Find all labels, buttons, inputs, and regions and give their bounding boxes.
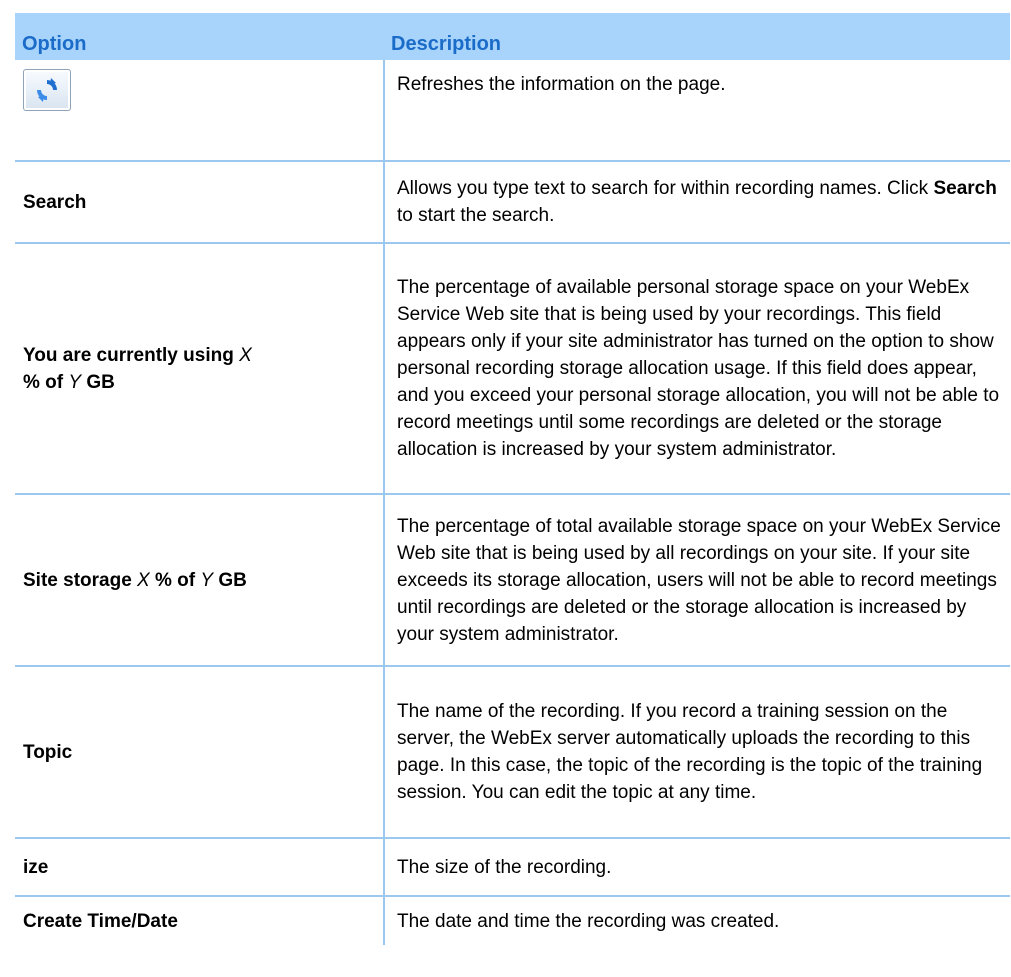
table-row: Topic The name of the recording. If you … <box>15 666 1010 839</box>
table-row: Create Time/Date The date and time the r… <box>15 896 1010 945</box>
option-cell: ize <box>15 838 385 897</box>
table-row: ize The size of the recording. <box>15 838 1010 897</box>
table-row: Refreshes the information on the page. <box>15 60 1010 162</box>
description-cell: The percentage of total available storag… <box>384 494 1010 667</box>
description-cell: The date and time the recording was crea… <box>397 910 780 932</box>
table-header-row: Option Description <box>15 13 1010 60</box>
description-cell: The size of the recording. <box>384 838 1010 897</box>
description-cell: Refreshes the information on the page. <box>384 60 1010 162</box>
header-option: Option <box>15 13 384 60</box>
option-cell: Search <box>15 161 385 244</box>
option-cell: You are currently using X % of Y GB <box>15 243 385 495</box>
option-cell: Create Time/Date <box>15 896 385 945</box>
options-table: Option Description Refreshes the informa… <box>15 13 1010 945</box>
table-row: Site storage X % of Y GB The percentage … <box>15 494 1010 667</box>
option-cell: Topic <box>15 666 385 839</box>
option-cell-refresh <box>15 60 385 162</box>
description-cell: Allows you type text to search for withi… <box>384 161 1010 244</box>
description-cell: The percentage of available personal sto… <box>384 243 1010 495</box>
header-description: Description <box>384 13 1010 60</box>
table-row: You are currently using X % of Y GB The … <box>15 243 1010 495</box>
description-cell: The name of the recording. If you record… <box>384 666 1010 839</box>
refresh-icon <box>37 78 57 102</box>
option-cell: Site storage X % of Y GB <box>15 494 385 667</box>
refresh-button[interactable] <box>23 69 71 111</box>
table-row: Search Allows you type text to search fo… <box>15 161 1010 244</box>
search-term: Search <box>933 178 997 199</box>
